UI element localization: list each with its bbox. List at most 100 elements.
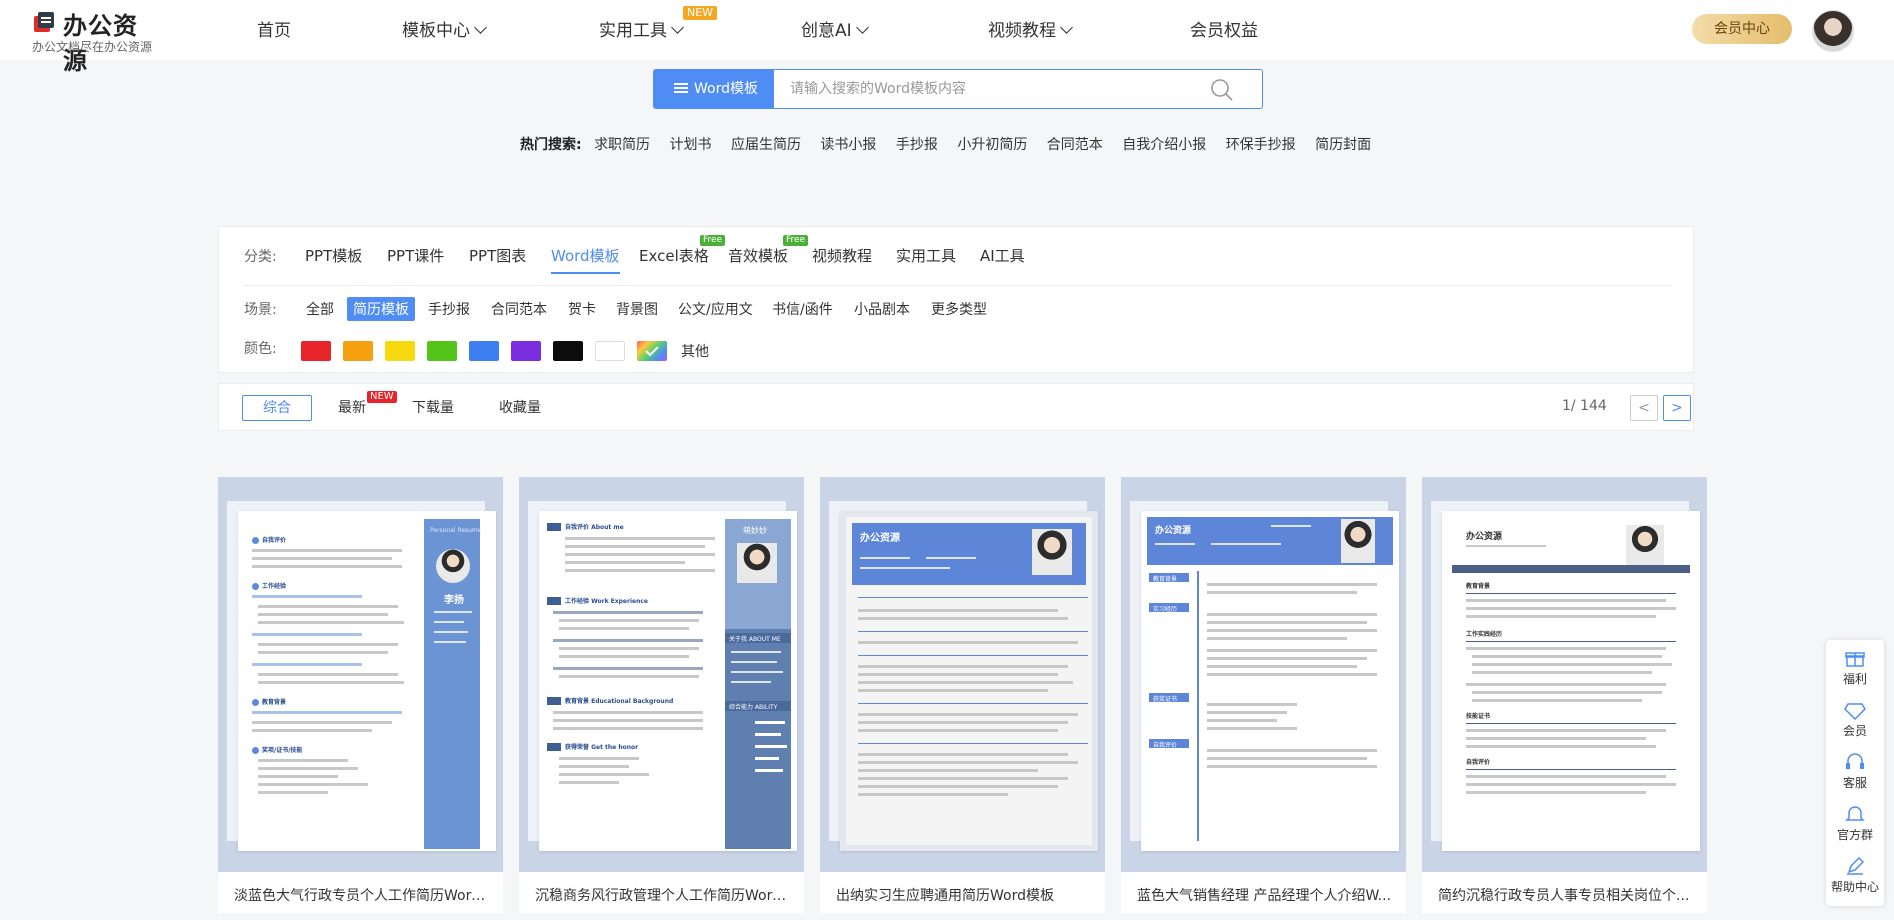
search-input[interactable]: [790, 70, 1210, 108]
scene-official-document[interactable]: 公文/应用文: [672, 297, 759, 321]
scene-contract[interactable]: 合同范本: [485, 297, 553, 321]
resume-tagline: Personal Resume: [430, 527, 482, 534]
scene-skit-script[interactable]: 小品剧本: [848, 297, 916, 321]
hot-search-item[interactable]: 环保手抄报: [1226, 137, 1296, 153]
vip-center-button[interactable]: 会员中心: [1692, 14, 1792, 44]
color-swatch-purple[interactable]: [511, 341, 541, 361]
hot-search-item[interactable]: 简历封面: [1315, 137, 1371, 153]
scene-resume[interactable]: 简历模板: [347, 297, 415, 321]
nav-tools-label: 实用工具: [599, 21, 667, 41]
category-audio[interactable]: 音效模板: [728, 245, 788, 272]
nav-templates[interactable]: 模板中心: [402, 16, 487, 41]
template-card[interactable]: 办公资源 教育背景 实习经历 获奖证书 自我评价 蓝色大气销售经理 产品经理个人…: [1121, 477, 1406, 913]
sort-comprehensive[interactable]: 综合: [242, 395, 312, 421]
category-word-template[interactable]: Word模板: [551, 245, 620, 274]
hot-search-item[interactable]: 自我介绍小报: [1122, 137, 1206, 153]
hot-search-item[interactable]: 合同范本: [1047, 137, 1103, 153]
hot-search-item[interactable]: 读书小报: [820, 137, 876, 153]
template-card[interactable]: 办公资源 出纳实习生应聘通用简历Word模板: [820, 477, 1105, 913]
category-ai-tools[interactable]: AI工具: [980, 245, 1025, 272]
chevron-down-icon: [474, 21, 487, 34]
color-other[interactable]: 其他: [681, 341, 709, 361]
nav-home[interactable]: 首页: [257, 16, 291, 41]
template-title[interactable]: 简约沉稳行政专员人事专员相关岗位个...: [1438, 885, 1696, 905]
category-ppt-courseware[interactable]: PPT课件: [387, 245, 444, 272]
resume-preview: 办公资源 教育背景 工作实践经历 技能证书 自我评价: [1442, 511, 1700, 851]
template-title[interactable]: 蓝色大气销售经理 产品经理个人介绍W...: [1137, 885, 1395, 905]
nav-templates-label: 模板中心: [402, 21, 470, 41]
color-swatch-blue[interactable]: [469, 341, 499, 361]
category-ppt-chart[interactable]: PPT图表: [469, 245, 526, 272]
user-avatar[interactable]: [1812, 10, 1854, 52]
float-member[interactable]: 会员: [1826, 700, 1884, 739]
resume-preview: Personal Resume 李扬 自我评价 工作经验 教育背景 奖项/证书/…: [238, 511, 496, 851]
float-welfare-label: 福利: [1842, 672, 1867, 686]
category-excel[interactable]: Excel表格: [639, 245, 709, 272]
search-bar: Word模板: [653, 69, 1263, 109]
divider: [243, 285, 1671, 286]
color-swatch-multicolor[interactable]: [637, 341, 667, 361]
float-customer-service[interactable]: 客服: [1826, 752, 1884, 791]
template-card[interactable]: Personal Resume 李扬 自我评价 工作经验 教育背景 奖项/证书/…: [218, 477, 503, 913]
sort-downloads[interactable]: 下载量: [412, 397, 454, 417]
search-icon[interactable]: [1210, 78, 1234, 102]
template-thumbnail[interactable]: Personal Resume 李扬 自我评价 工作经验 教育背景 奖项/证书/…: [218, 477, 503, 872]
template-thumbnail[interactable]: 萌妙妙 关于我 ABOUT ME 综合能力 ABILITY 自我评价 About…: [519, 477, 804, 872]
resume-section: 自我评价: [1153, 742, 1178, 749]
nav-member-benefits[interactable]: 会员权益: [1190, 16, 1258, 41]
search-type-selector[interactable]: Word模板: [654, 70, 774, 108]
scene-background[interactable]: 背景图: [610, 297, 664, 321]
hot-search-item[interactable]: 应届生简历: [731, 137, 801, 153]
nav-creative-ai[interactable]: 创意AI: [801, 16, 869, 41]
template-thumbnail[interactable]: 办公资源 教育背景 工作实践经历 技能证书 自我评价: [1422, 477, 1707, 872]
color-swatch-white[interactable]: [595, 341, 625, 361]
category-tools[interactable]: 实用工具: [896, 245, 956, 272]
float-help-label: 帮助中心: [1830, 880, 1879, 894]
template-title[interactable]: 沉稳商务风行政管理个人工作简历Word...: [535, 885, 793, 905]
float-group-label: 官方群: [1836, 828, 1873, 842]
template-card[interactable]: 办公资源 教育背景 工作实践经历 技能证书 自我评价 简约沉稳行政专员人事专员相…: [1422, 477, 1707, 913]
nav-tools[interactable]: 实用工具: [599, 16, 684, 41]
scene-more-types[interactable]: 更多类型: [925, 297, 993, 321]
category-ppt-template[interactable]: PPT模板: [305, 245, 362, 272]
category-video[interactable]: 视频教程: [812, 245, 872, 272]
template-thumbnail[interactable]: 办公资源: [820, 477, 1105, 872]
scene-greeting-card[interactable]: 贺卡: [562, 297, 602, 321]
template-title[interactable]: 出纳实习生应聘通用简历Word模板: [836, 885, 1094, 905]
color-swatch-orange[interactable]: [343, 341, 373, 361]
resume-preview: 萌妙妙 关于我 ABOUT ME 综合能力 ABILITY 自我评价 About…: [539, 511, 797, 851]
resume-section: 工作经验: [262, 583, 287, 590]
resume-side-section: 综合能力 ABILITY: [729, 704, 778, 711]
chevron-down-icon: [671, 21, 684, 34]
sort-favorites[interactable]: 收藏量: [499, 397, 541, 417]
template-thumbnail[interactable]: 办公资源 教育背景 实习经历 获奖证书 自我评价: [1121, 477, 1406, 872]
resume-photo: [737, 543, 777, 583]
color-swatch-black[interactable]: [553, 341, 583, 361]
sort-newest[interactable]: 最新: [338, 397, 366, 417]
hot-search-item[interactable]: 求职简历: [594, 137, 650, 153]
scene-letters[interactable]: 书信/函件: [766, 297, 839, 321]
nav-video-tutorials[interactable]: 视频教程: [988, 16, 1073, 41]
hot-search-item[interactable]: 小升初简历: [957, 137, 1027, 153]
color-swatch-green[interactable]: [427, 341, 457, 361]
resume-header: 办公资源: [1155, 526, 1192, 536]
resume-section: 教育背景 Educational Background: [565, 698, 674, 705]
next-page-button[interactable]: >: [1663, 395, 1691, 421]
color-swatch-red[interactable]: [301, 341, 331, 361]
floating-sidebar: 福利 会员 客服 官方群 帮助中心: [1826, 640, 1884, 906]
template-card[interactable]: 萌妙妙 关于我 ABOUT ME 综合能力 ABILITY 自我评价 About…: [519, 477, 804, 913]
prev-page-button[interactable]: <: [1630, 395, 1658, 421]
sort-bar: 综合 最新 NEW 下载量 收藏量 1/ 144 < >: [218, 383, 1694, 431]
hot-search-item[interactable]: 手抄报: [896, 137, 938, 153]
template-title[interactable]: 淡蓝色大气行政专员个人工作简历Word...: [234, 885, 492, 905]
hot-search-item[interactable]: 计划书: [670, 137, 712, 153]
float-welfare[interactable]: 福利: [1826, 648, 1884, 687]
float-official-group[interactable]: 官方群: [1826, 804, 1884, 843]
color-swatch-yellow[interactable]: [385, 341, 415, 361]
site-logo[interactable]: 办公资源 办公文档尽在办公资源: [30, 8, 160, 75]
scene-all[interactable]: 全部: [300, 297, 340, 321]
scene-handwritten-newspaper[interactable]: 手抄报: [422, 297, 476, 321]
resume-preview: 办公资源 教育背景 实习经历 获奖证书 自我评价: [1141, 511, 1399, 851]
float-help-center[interactable]: 帮助中心: [1826, 856, 1884, 895]
color-label: 颜色:: [244, 341, 277, 357]
